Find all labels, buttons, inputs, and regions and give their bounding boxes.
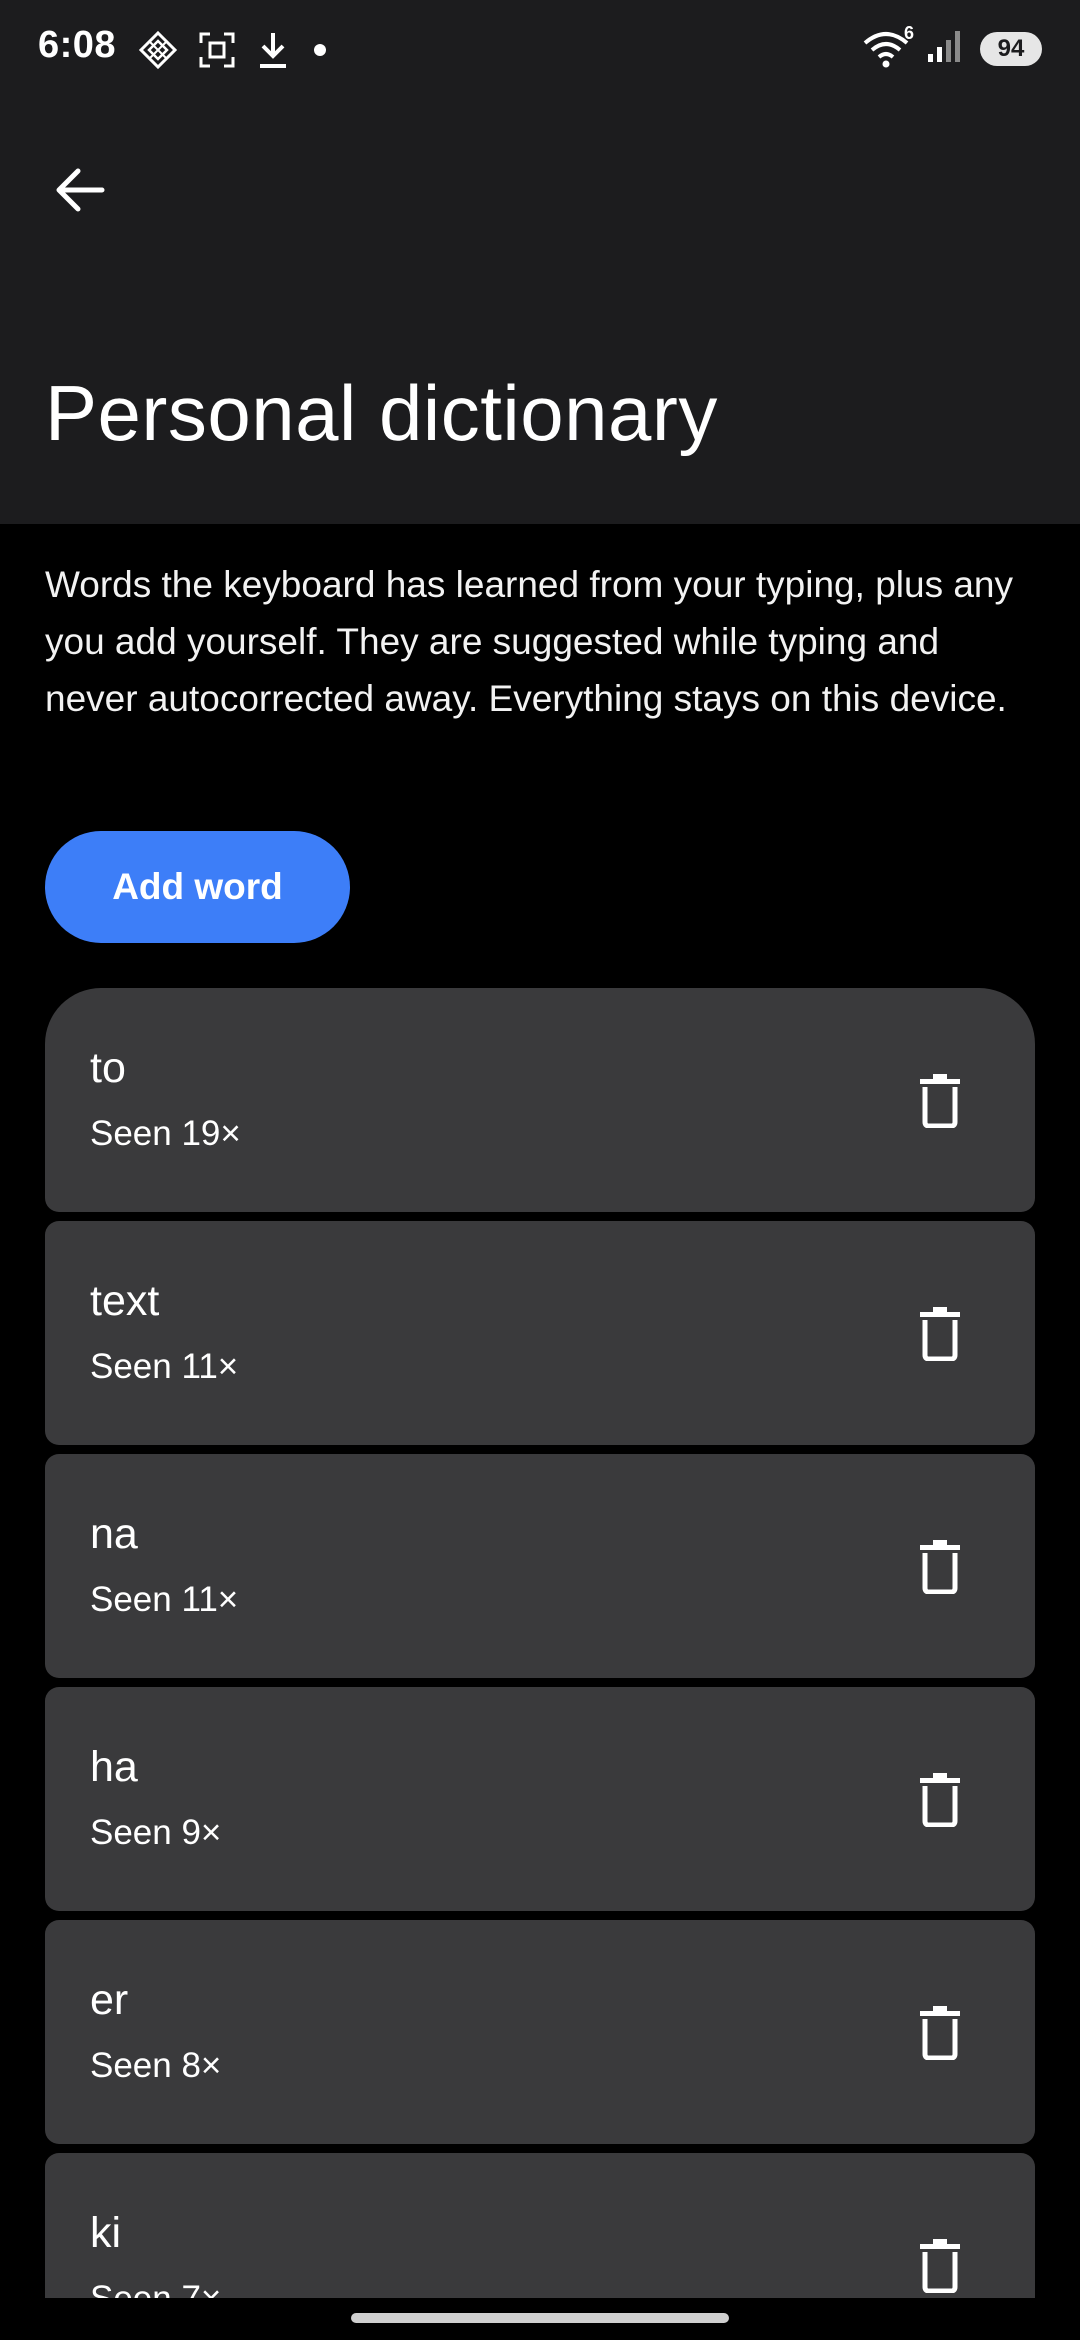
delete-button[interactable] — [905, 1992, 975, 2072]
status-left-icons — [138, 30, 330, 70]
word-card[interactable]: ha Seen 9× — [45, 1687, 1035, 1911]
notification-dot-icon — [310, 40, 330, 60]
delete-button[interactable] — [905, 1526, 975, 1606]
word-card[interactable]: na Seen 11× — [45, 1454, 1035, 1678]
word-text: er — [90, 1976, 129, 2024]
word-seen-count: Seen 8× — [90, 2046, 222, 2085]
word-text: to — [90, 1044, 126, 1092]
word-text: ha — [90, 1743, 138, 1791]
word-seen-count: Seen 11× — [90, 1580, 239, 1619]
signal-icon — [926, 28, 966, 69]
word-card[interactable]: ki Seen 7× — [45, 2153, 1035, 2298]
description-text: Words the keyboard has learned from your… — [45, 564, 1013, 719]
battery-icon: 94 — [980, 31, 1042, 66]
delete-button[interactable] — [905, 1060, 975, 1140]
app-bar: Personal dictionary — [0, 100, 1080, 524]
wifi-label: 6 — [903, 22, 914, 43]
diamond-grid-icon — [138, 30, 178, 70]
word-card[interactable]: er Seen 8× — [45, 1920, 1035, 2144]
home-indicator[interactable] — [351, 2313, 729, 2323]
screenshot-icon — [198, 31, 236, 69]
trash-icon — [920, 2239, 960, 2293]
word-card[interactable]: text Seen 11× — [45, 1221, 1035, 1445]
trash-icon — [920, 1773, 960, 1827]
word-seen-count: Seen 9× — [90, 1813, 222, 1852]
add-word-button[interactable]: Add word — [45, 831, 350, 943]
arrow-back-icon — [56, 168, 105, 212]
status-right: 6 94 — [862, 23, 1042, 69]
back-button[interactable] — [36, 146, 124, 234]
trash-icon — [920, 1307, 960, 1361]
word-text: text — [90, 1277, 160, 1325]
word-seen-count: Seen 19× — [90, 1114, 241, 1153]
delete-button[interactable] — [905, 2225, 975, 2298]
word-text: ki — [90, 2209, 122, 2257]
status-time: 6:08 — [38, 24, 117, 66]
word-seen-count: Seen 11× — [90, 1347, 239, 1386]
wifi-icon: 6 — [862, 23, 914, 69]
page-title: Personal dictionary — [45, 369, 718, 457]
download-icon — [256, 30, 290, 70]
word-list: to Seen 19× text Seen 11× na Seen 11× ha… — [45, 988, 1035, 2298]
trash-icon — [920, 1074, 960, 1128]
trash-icon — [920, 1540, 960, 1594]
trash-icon — [920, 2006, 960, 2060]
status-bar: 6:08 6 94 — [0, 0, 1080, 100]
word-card[interactable]: to Seen 19× — [45, 988, 1035, 1212]
delete-button[interactable] — [905, 1759, 975, 1839]
word-seen-count: Seen 7× — [90, 2279, 221, 2298]
delete-button[interactable] — [905, 1293, 975, 1373]
word-text: na — [90, 1510, 138, 1558]
